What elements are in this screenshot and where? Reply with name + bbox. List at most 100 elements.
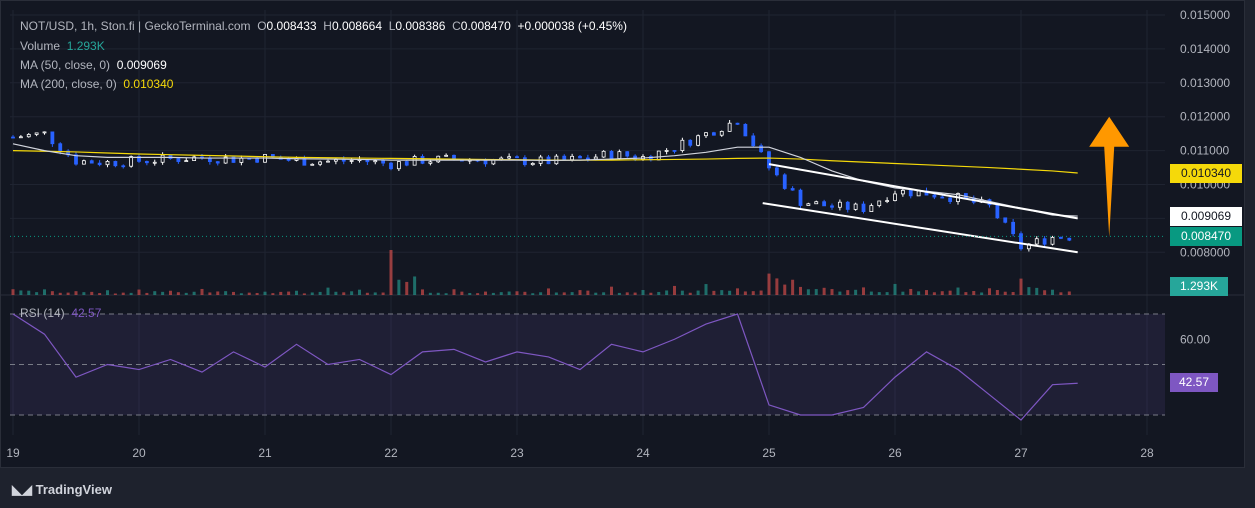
volume-bar	[909, 288, 913, 295]
candle-body	[609, 150, 614, 159]
candle-body	[900, 189, 905, 195]
volume-bar	[547, 288, 550, 295]
volume-bar	[775, 278, 779, 295]
rsi-tag: 42.57	[1170, 373, 1218, 392]
volume-bar	[82, 292, 86, 295]
volume-bar	[523, 291, 527, 295]
volume-bar	[610, 286, 613, 295]
candle-body	[428, 161, 433, 164]
volume-bar	[838, 291, 842, 295]
volume-bar	[90, 291, 94, 295]
candle-body	[861, 203, 866, 212]
candle-body	[97, 162, 102, 166]
volume-bar	[1043, 290, 1047, 295]
volume-bar	[184, 292, 188, 295]
candle-body	[696, 135, 701, 146]
candle-body	[1003, 217, 1008, 223]
volume-bar	[641, 290, 645, 295]
volume-bar	[743, 291, 747, 295]
volume-bar	[680, 290, 684, 295]
close-label: C	[452, 19, 461, 33]
volume-bar	[925, 290, 928, 295]
candle-body	[672, 150, 677, 152]
candle-body	[302, 158, 307, 166]
volume-bar	[271, 293, 275, 295]
volume-bar	[972, 291, 976, 295]
candle-body	[26, 134, 31, 138]
candle-body	[530, 162, 535, 166]
volume-bar	[1019, 278, 1023, 295]
candle-body	[1034, 238, 1039, 245]
volume-bar	[932, 292, 936, 295]
volume-bar	[885, 292, 889, 295]
high-value: 0.008664	[331, 19, 383, 33]
candle-body	[790, 188, 795, 191]
chart-plot[interactable]: 0.015000 0.014000 0.013000 0.012000 0.011000…	[0, 0, 1255, 470]
volume-bar	[665, 290, 669, 295]
ohlc-legend: NOT/USD, 1h, Ston.fi | GeckoTerminal.com…	[20, 19, 627, 33]
volume-bar	[287, 291, 291, 295]
volume-bar	[988, 288, 991, 295]
candle-body	[711, 132, 716, 136]
rsi-tick-label: 60.00	[1180, 332, 1210, 346]
price-tick-label: 0.013000	[1180, 76, 1230, 90]
volume-bar	[1035, 287, 1039, 295]
volume-bar	[476, 293, 480, 295]
volume-bar	[113, 293, 117, 295]
candle-body	[404, 161, 409, 166]
volume-bar	[50, 291, 54, 295]
candle-body	[483, 160, 488, 165]
volume-bar	[673, 285, 676, 295]
volume-bar	[27, 290, 31, 295]
rsi-legend[interactable]: RSI (14) 42.57	[20, 306, 101, 320]
candle-body	[822, 201, 827, 207]
candle-body	[11, 136, 15, 139]
volume-bar	[893, 283, 897, 295]
volume-bar	[570, 292, 574, 295]
ma200-legend[interactable]: MA (200, close, 0) 0.010340	[20, 77, 173, 91]
candle-body	[617, 151, 622, 159]
volume-bar	[751, 291, 755, 295]
volume-bar	[696, 290, 700, 295]
volume-bar	[531, 293, 535, 295]
candle-body	[837, 201, 842, 208]
volume-legend[interactable]: Volume 1.293K	[20, 39, 105, 53]
candle-body	[58, 143, 63, 152]
volume-bar	[98, 293, 102, 295]
candle-body	[255, 157, 260, 163]
candle-body	[121, 165, 126, 168]
tradingview-icon: ◣◢	[12, 482, 36, 497]
candle-body	[318, 161, 323, 165]
volume-bar	[499, 292, 503, 295]
candle-body	[18, 136, 23, 139]
volume-bar	[578, 290, 582, 295]
volume-label: Volume	[20, 39, 61, 53]
volume-bar	[74, 291, 78, 295]
candle-body	[444, 154, 449, 157]
candle-body	[932, 194, 937, 198]
ma50-legend[interactable]: MA (50, close, 0) 0.009069	[20, 58, 167, 72]
candle-body	[286, 158, 291, 161]
volume-bar	[625, 292, 629, 295]
volume-bar	[869, 291, 873, 295]
candle-body	[869, 205, 874, 212]
candle-body	[184, 160, 189, 162]
volume-bar	[1027, 287, 1031, 295]
candle-body	[656, 150, 661, 161]
candle-body	[1067, 237, 1072, 241]
volume-bar	[460, 291, 464, 295]
candle-body	[515, 156, 519, 159]
volume-bar	[995, 290, 999, 295]
candle-body	[885, 200, 890, 202]
ma200-value: 0.010340	[123, 77, 174, 91]
candle-body	[105, 161, 110, 166]
candle-body	[310, 163, 315, 166]
tradingview-logo[interactable]: ◣◢ TradingView	[12, 482, 112, 498]
volume-bar	[657, 291, 661, 295]
candle-body	[727, 122, 732, 132]
volume-bar	[43, 289, 46, 295]
candle-body	[144, 160, 149, 164]
volume-bar	[342, 292, 346, 295]
candle-body	[373, 160, 378, 163]
price-tick-label: 0.012000	[1180, 110, 1230, 124]
